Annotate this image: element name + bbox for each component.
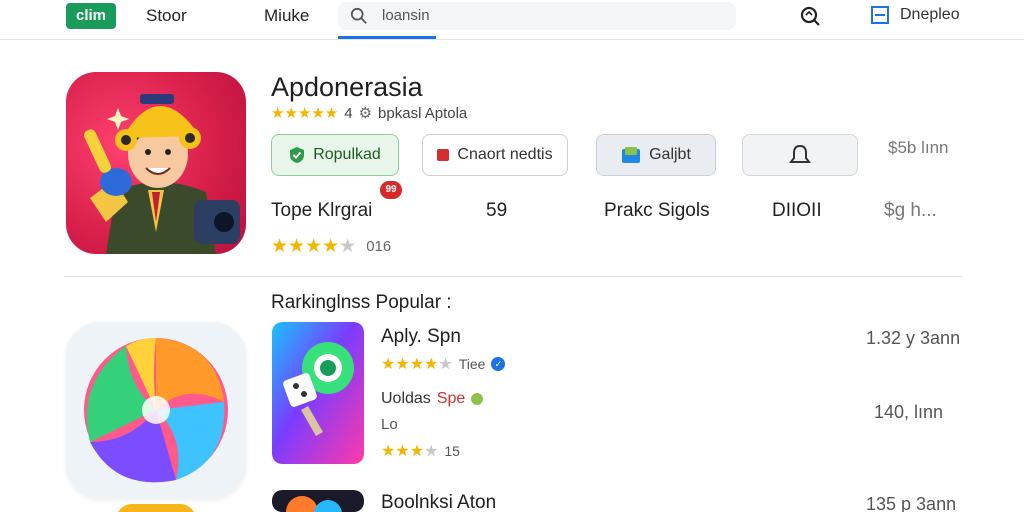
- rating-count: 016: [366, 238, 392, 255]
- stat-label: Tope Klrgrai: [271, 200, 373, 221]
- stat-code: DIIOII: [772, 200, 822, 221]
- list-item-extra-text: Lo: [381, 416, 398, 433]
- nav-link-movies[interactable]: Miuke: [264, 6, 309, 26]
- subtitle-prefix: 4: [344, 104, 353, 122]
- device-icon[interactable]: [870, 5, 890, 25]
- list-item-size-2: 140, lınn: [874, 402, 944, 422]
- hero-rating: ★★★★★ 016: [271, 235, 391, 258]
- game-dice-icon: [272, 322, 364, 464]
- list-item-name[interactable]: Aply. Spn: [381, 326, 461, 348]
- list-item-stars: ★★★★★: [381, 356, 453, 373]
- top-bar: clim Stoor Miuke loansin Dnepleo: [0, 0, 1024, 40]
- stat-count: 59: [486, 200, 508, 221]
- install-button[interactable]: Ropulkad: [271, 134, 399, 176]
- app-thumbnail-icon: [272, 490, 364, 512]
- stat-category[interactable]: Prakc Sigols: [604, 200, 710, 222]
- rating-stars: ★★★★★: [271, 236, 357, 257]
- list-item-rating-2: ★★★★ 15: [381, 441, 460, 461]
- list-item-size: 1.32 y 3ann: [866, 328, 961, 348]
- app-icon-list-2[interactable]: [272, 490, 364, 512]
- stat-price: $g h...: [884, 200, 937, 221]
- help-icon[interactable]: [798, 4, 822, 28]
- search-placeholder: loansin: [382, 7, 430, 24]
- wishlist-label: Cnaort nedtis: [457, 146, 553, 163]
- developer-name[interactable]: bpkasl Aptola: [378, 105, 467, 122]
- app-icon-swirl[interactable]: [66, 322, 246, 498]
- shield-check-icon: [290, 147, 305, 163]
- cartoon-character-icon: [84, 94, 240, 254]
- app-icon-featured[interactable]: [66, 72, 246, 254]
- section-title: Rarkinglnss Popular :: [271, 292, 452, 313]
- search-icon: [350, 7, 367, 24]
- list-item-developer-tag: Spe: [436, 390, 466, 407]
- partial-icon-peek: [116, 504, 196, 512]
- list-item-extra: Lo: [381, 416, 398, 433]
- notify-button[interactable]: [742, 134, 858, 176]
- price-label: $5b lınn: [888, 138, 949, 157]
- list-item-meta-text: Tiee: [458, 356, 486, 372]
- list-item-developer-row: Uoldas Spe: [381, 390, 484, 408]
- gear-icon: ⚙: [358, 105, 373, 122]
- list-item-rating-count: 15: [444, 443, 460, 459]
- folder-icon: [622, 147, 641, 163]
- install-label: Ropulkad: [313, 146, 381, 163]
- verified-icon: ✓: [491, 357, 506, 371]
- list-item-stars-2: ★★★★: [381, 443, 439, 460]
- device-label[interactable]: Dnepleo: [900, 6, 960, 24]
- bell-icon: [789, 144, 811, 163]
- list-item-size-3: 135 p 3ann: [866, 494, 957, 512]
- app-icon-list-1[interactable]: [272, 322, 364, 464]
- app-title: Apdonerasia: [271, 72, 423, 102]
- list-item-rating: ★★★★★ Tiee ✓: [381, 354, 506, 374]
- nav-link-store[interactable]: Stoor: [146, 6, 187, 26]
- bookmark-icon: [437, 149, 450, 161]
- share-button[interactable]: Galjbt: [596, 134, 716, 176]
- subtitle-rating-stars: ★★★★★: [271, 105, 339, 122]
- share-label: Galjbt: [649, 146, 691, 163]
- list-item-developer[interactable]: Uoldas: [381, 390, 431, 408]
- status-dot-icon: [471, 393, 484, 405]
- app-subtitle-row: ★★★★★ 4 ⚙ bpkasl Aptola: [271, 104, 467, 123]
- swirl-logo-icon: [84, 338, 228, 483]
- notification-badge: 99: [380, 181, 402, 199]
- search-active-indicator: [338, 36, 436, 39]
- section-divider: [64, 276, 962, 277]
- search-input[interactable]: loansin: [338, 2, 736, 30]
- list-item-name-2[interactable]: Boolnksi Aton: [381, 492, 496, 512]
- wishlist-button[interactable]: Cnaort nedtis: [422, 134, 568, 176]
- store-logo[interactable]: clim: [66, 3, 116, 29]
